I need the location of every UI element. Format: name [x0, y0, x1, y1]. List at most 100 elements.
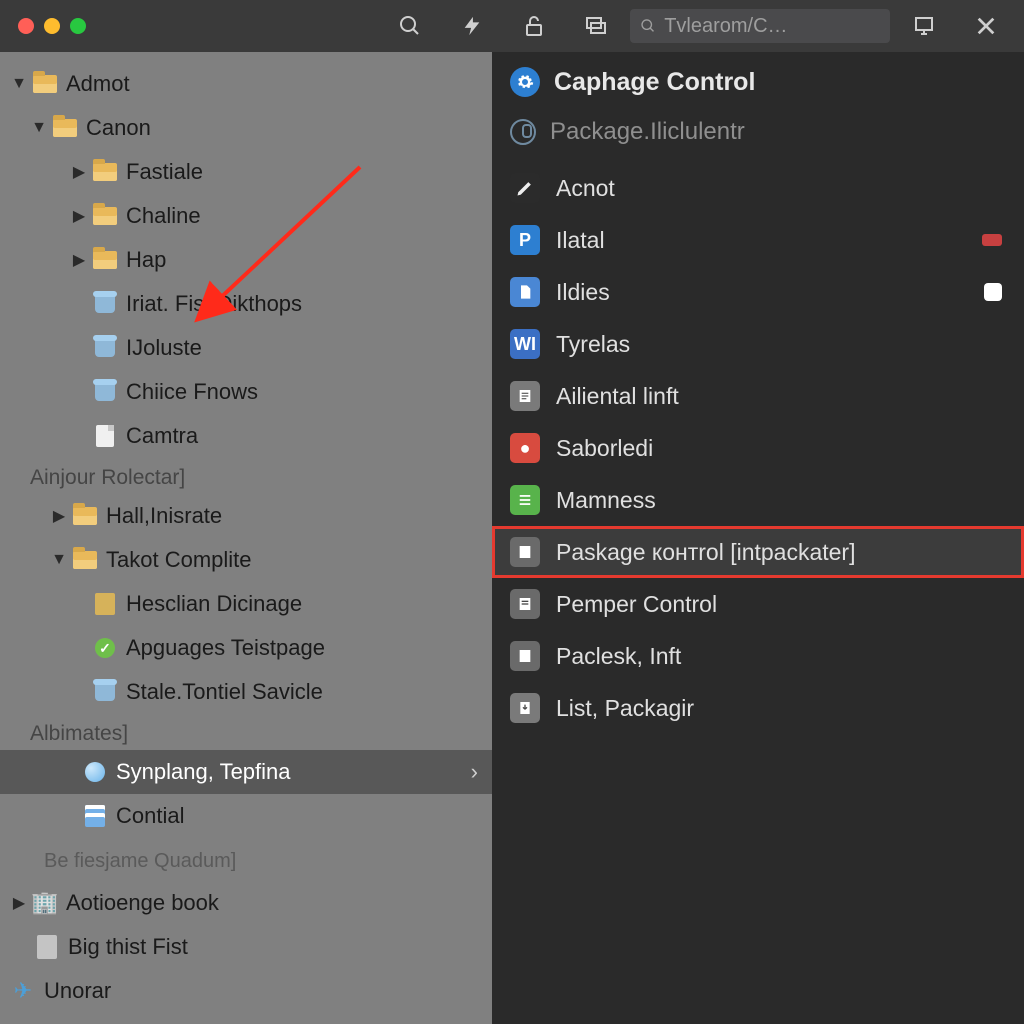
list-item[interactable]: WI Tyrelas [492, 318, 1024, 370]
brush-icon [510, 173, 540, 203]
bucket-icon [90, 383, 120, 401]
folder-icon [90, 163, 120, 181]
close-icon[interactable] [958, 0, 1014, 52]
chevron-down-icon[interactable]: ▼ [8, 75, 30, 93]
search-input[interactable] [664, 15, 880, 38]
tree-label: Hall,Inisrate [106, 503, 222, 529]
tree-label: Chaline [126, 203, 201, 229]
list-item-label: Ildies [556, 279, 610, 306]
list-item-label: Saborledi [556, 435, 653, 462]
refresh-icon [510, 119, 536, 145]
tree-row[interactable]: ▼ Takot Complite [0, 538, 492, 582]
tree-row[interactable]: ✈ Unorar [0, 969, 492, 1013]
tree-label: Big thist Fist [68, 934, 188, 960]
tree-row[interactable]: Stale.Tontiel Savicle [0, 670, 492, 714]
tile-icon [32, 935, 62, 959]
success-icon: ✓ [90, 638, 120, 658]
list-item[interactable]: Mamness [492, 474, 1024, 526]
tree-label: Admot [66, 71, 130, 97]
list-item-label: List, Packagir [556, 695, 694, 722]
list-item[interactable]: ● Saborledi [492, 422, 1024, 474]
document-icon [510, 537, 540, 567]
document-icon [510, 381, 540, 411]
minimize-window-button[interactable] [44, 18, 60, 34]
list-item[interactable]: Pemper Control [492, 578, 1024, 630]
tree-row[interactable]: ▶ 🏢 Aotioenge book [0, 881, 492, 925]
tree-row[interactable]: ▶ Chaline [0, 194, 492, 238]
list-item[interactable]: Ailiental linft [492, 370, 1024, 422]
panel-title: Caphage Control [554, 68, 755, 97]
tree-row[interactable]: Iriat. Fist Dikthops [0, 282, 492, 326]
tree-row[interactable]: ▼ Canon [0, 106, 492, 150]
tree-label: Chiice Fnows [126, 379, 258, 405]
tree-label: Camtra [126, 423, 198, 449]
tree-row[interactable]: ▶ Hap [0, 238, 492, 282]
list-item-label: Paclesk, Inft [556, 643, 681, 670]
tree-row[interactable]: Hesclian Dicinage [0, 582, 492, 626]
list-item[interactable]: P Ilatal [492, 214, 1024, 266]
list-item-label: Mamness [556, 487, 656, 514]
tree-label: Canon [86, 115, 151, 141]
project-sidebar: ▼ Admot ▼ Canon ▶ Fastiale ▶ C [0, 52, 492, 1024]
list-item-label: Pemper Control [556, 591, 717, 618]
chevron-right-icon[interactable]: ▶ [68, 206, 90, 226]
chevron-right-icon[interactable]: ▶ [48, 506, 70, 526]
tree-label: Synplang, Tepfina [116, 759, 291, 785]
list-item[interactable]: Acnot [492, 162, 1024, 214]
tree-label: Aotioenge book [66, 890, 219, 916]
tree-row[interactable]: Contial [0, 794, 492, 838]
tree-row[interactable]: ▶ Fastiale [0, 150, 492, 194]
status-badge [982, 234, 1002, 246]
menu-icon [510, 485, 540, 515]
tree-row[interactable]: Big thist Fist [0, 925, 492, 969]
command-list: Acnot P Ilatal Ildies WI Tyrelas [492, 158, 1024, 738]
chevron-right-icon[interactable]: ▶ [8, 893, 30, 913]
bucket-icon [90, 683, 120, 701]
list-item[interactable]: Paclesk, Inft [492, 630, 1024, 682]
panel-subtitle-row: Package.Iliclulentr [492, 112, 1024, 158]
zoom-window-button[interactable] [70, 18, 86, 34]
layers-icon[interactable] [568, 0, 624, 52]
bucket-icon [90, 295, 120, 313]
tree-label: Fastiale [126, 159, 203, 185]
tree-row[interactable]: ✓ Apguages Teistpage [0, 626, 492, 670]
folder-icon [30, 75, 60, 93]
lock-icon[interactable] [506, 0, 562, 52]
close-window-button[interactable] [18, 18, 34, 34]
file-icon [90, 425, 120, 447]
list-item-label: Acnot [556, 175, 615, 202]
globe-icon [80, 762, 110, 782]
status-badge [984, 283, 1002, 301]
download-icon [510, 693, 540, 723]
tree-label: Unorar [44, 978, 111, 1004]
tree-row-selected[interactable]: Synplang, Tepfina › [0, 750, 492, 794]
org-icon: 🏢 [30, 890, 60, 916]
section-header: Ainjour Rolectar] [0, 458, 492, 494]
search-icon[interactable] [382, 0, 438, 52]
panel-header: Caphage Control [492, 52, 1024, 112]
list-item[interactable]: Ildies [492, 266, 1024, 318]
device-icon[interactable] [896, 0, 952, 52]
chevron-right-icon[interactable]: ▶ [68, 162, 90, 182]
tree-row[interactable]: Chiice Fnows [0, 370, 492, 414]
list-item-highlighted[interactable]: Paskage контrol [intpackater] [492, 526, 1024, 578]
folder-icon [50, 119, 80, 137]
chevron-down-icon[interactable]: ▼ [48, 551, 70, 569]
section-header: Albimates] [0, 714, 492, 750]
tree-row-root[interactable]: ▼ Admot [0, 62, 492, 106]
file-tree: ▼ Admot ▼ Canon ▶ Fastiale ▶ C [0, 52, 492, 1013]
tree-row[interactable]: IJoluste [0, 326, 492, 370]
letter-p-icon: P [510, 225, 540, 255]
document-icon [80, 805, 110, 827]
search-field[interactable] [630, 9, 890, 43]
tree-row[interactable]: ▶ Hall,Inisrate [0, 494, 492, 538]
chevron-right-icon[interactable]: ▶ [68, 250, 90, 270]
tree-row[interactable]: Camtra [0, 414, 492, 458]
split-view: ▼ Admot ▼ Canon ▶ Fastiale ▶ C [0, 52, 1024, 1024]
document-icon [510, 641, 540, 671]
bolt-icon[interactable] [444, 0, 500, 52]
tree-label: Apguages Teistpage [126, 635, 325, 661]
chevron-down-icon[interactable]: ▼ [28, 119, 50, 137]
folder-icon [90, 251, 120, 269]
list-item[interactable]: List, Packagir [492, 682, 1024, 734]
